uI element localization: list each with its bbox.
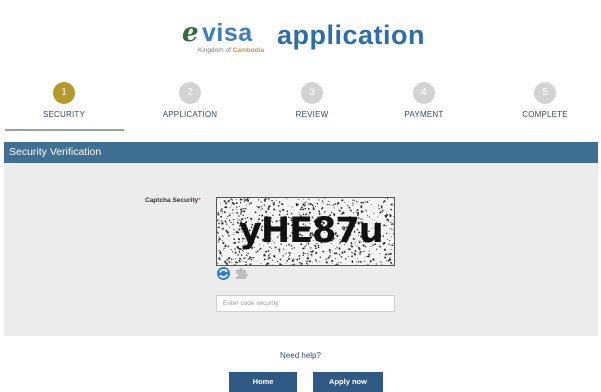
- step-label: REVIEW: [295, 110, 329, 119]
- captcha-label-text: Captcha Security: [145, 197, 199, 204]
- logo-subtitle-prefix: Kingdom of: [198, 47, 233, 54]
- step-label: COMPLETE: [522, 110, 568, 119]
- need-help-link[interactable]: Need help?: [0, 351, 601, 360]
- step-label: APPLICATION: [162, 110, 218, 119]
- evisa-logo[interactable]: e visa Kingdom of Cambodia: [182, 18, 272, 58]
- required-marker: *: [198, 197, 201, 204]
- step-number: 1: [53, 82, 75, 104]
- step-review: 3 REVIEW: [252, 82, 372, 130]
- captcha-image: yHE87u: [216, 197, 395, 266]
- captcha-code-input[interactable]: [216, 295, 395, 312]
- captcha-label: Captcha Security*: [145, 197, 201, 204]
- step-number: 2: [179, 82, 201, 104]
- captcha-text: yHE87u: [239, 211, 384, 251]
- home-button[interactable]: Home: [229, 372, 297, 392]
- active-step-underline: [5, 129, 124, 131]
- apply-now-button[interactable]: Apply now: [313, 372, 383, 392]
- step-application: 2 APPLICATION: [130, 82, 250, 130]
- page-title: application: [277, 20, 426, 50]
- step-label: PAYMENT: [404, 110, 444, 119]
- logo-subtitle-brand: Cambodia: [232, 47, 265, 54]
- page-header: e visa Kingdom of Cambodia application: [0, 0, 601, 70]
- refresh-icon[interactable]: [216, 266, 231, 281]
- logo-wordmark: visa: [202, 19, 253, 47]
- step-payment: 4 PAYMENT: [364, 82, 484, 130]
- step-number: 4: [413, 82, 435, 104]
- logo-mark: e: [182, 18, 199, 48]
- logo-subtitle: Kingdom of Cambodia: [198, 47, 264, 54]
- progress-steps: 1 SECURITY 2 APPLICATION 3 REVIEW 4 PAYM…: [0, 82, 601, 132]
- section-header: Security Verification: [4, 142, 598, 163]
- step-complete: 5 COMPLETE: [485, 82, 601, 130]
- step-label: SECURITY: [42, 110, 86, 119]
- step-number: 3: [301, 82, 323, 104]
- step-security: 1 SECURITY: [4, 82, 124, 130]
- puzzle-icon[interactable]: [234, 266, 249, 281]
- step-number: 5: [534, 82, 556, 104]
